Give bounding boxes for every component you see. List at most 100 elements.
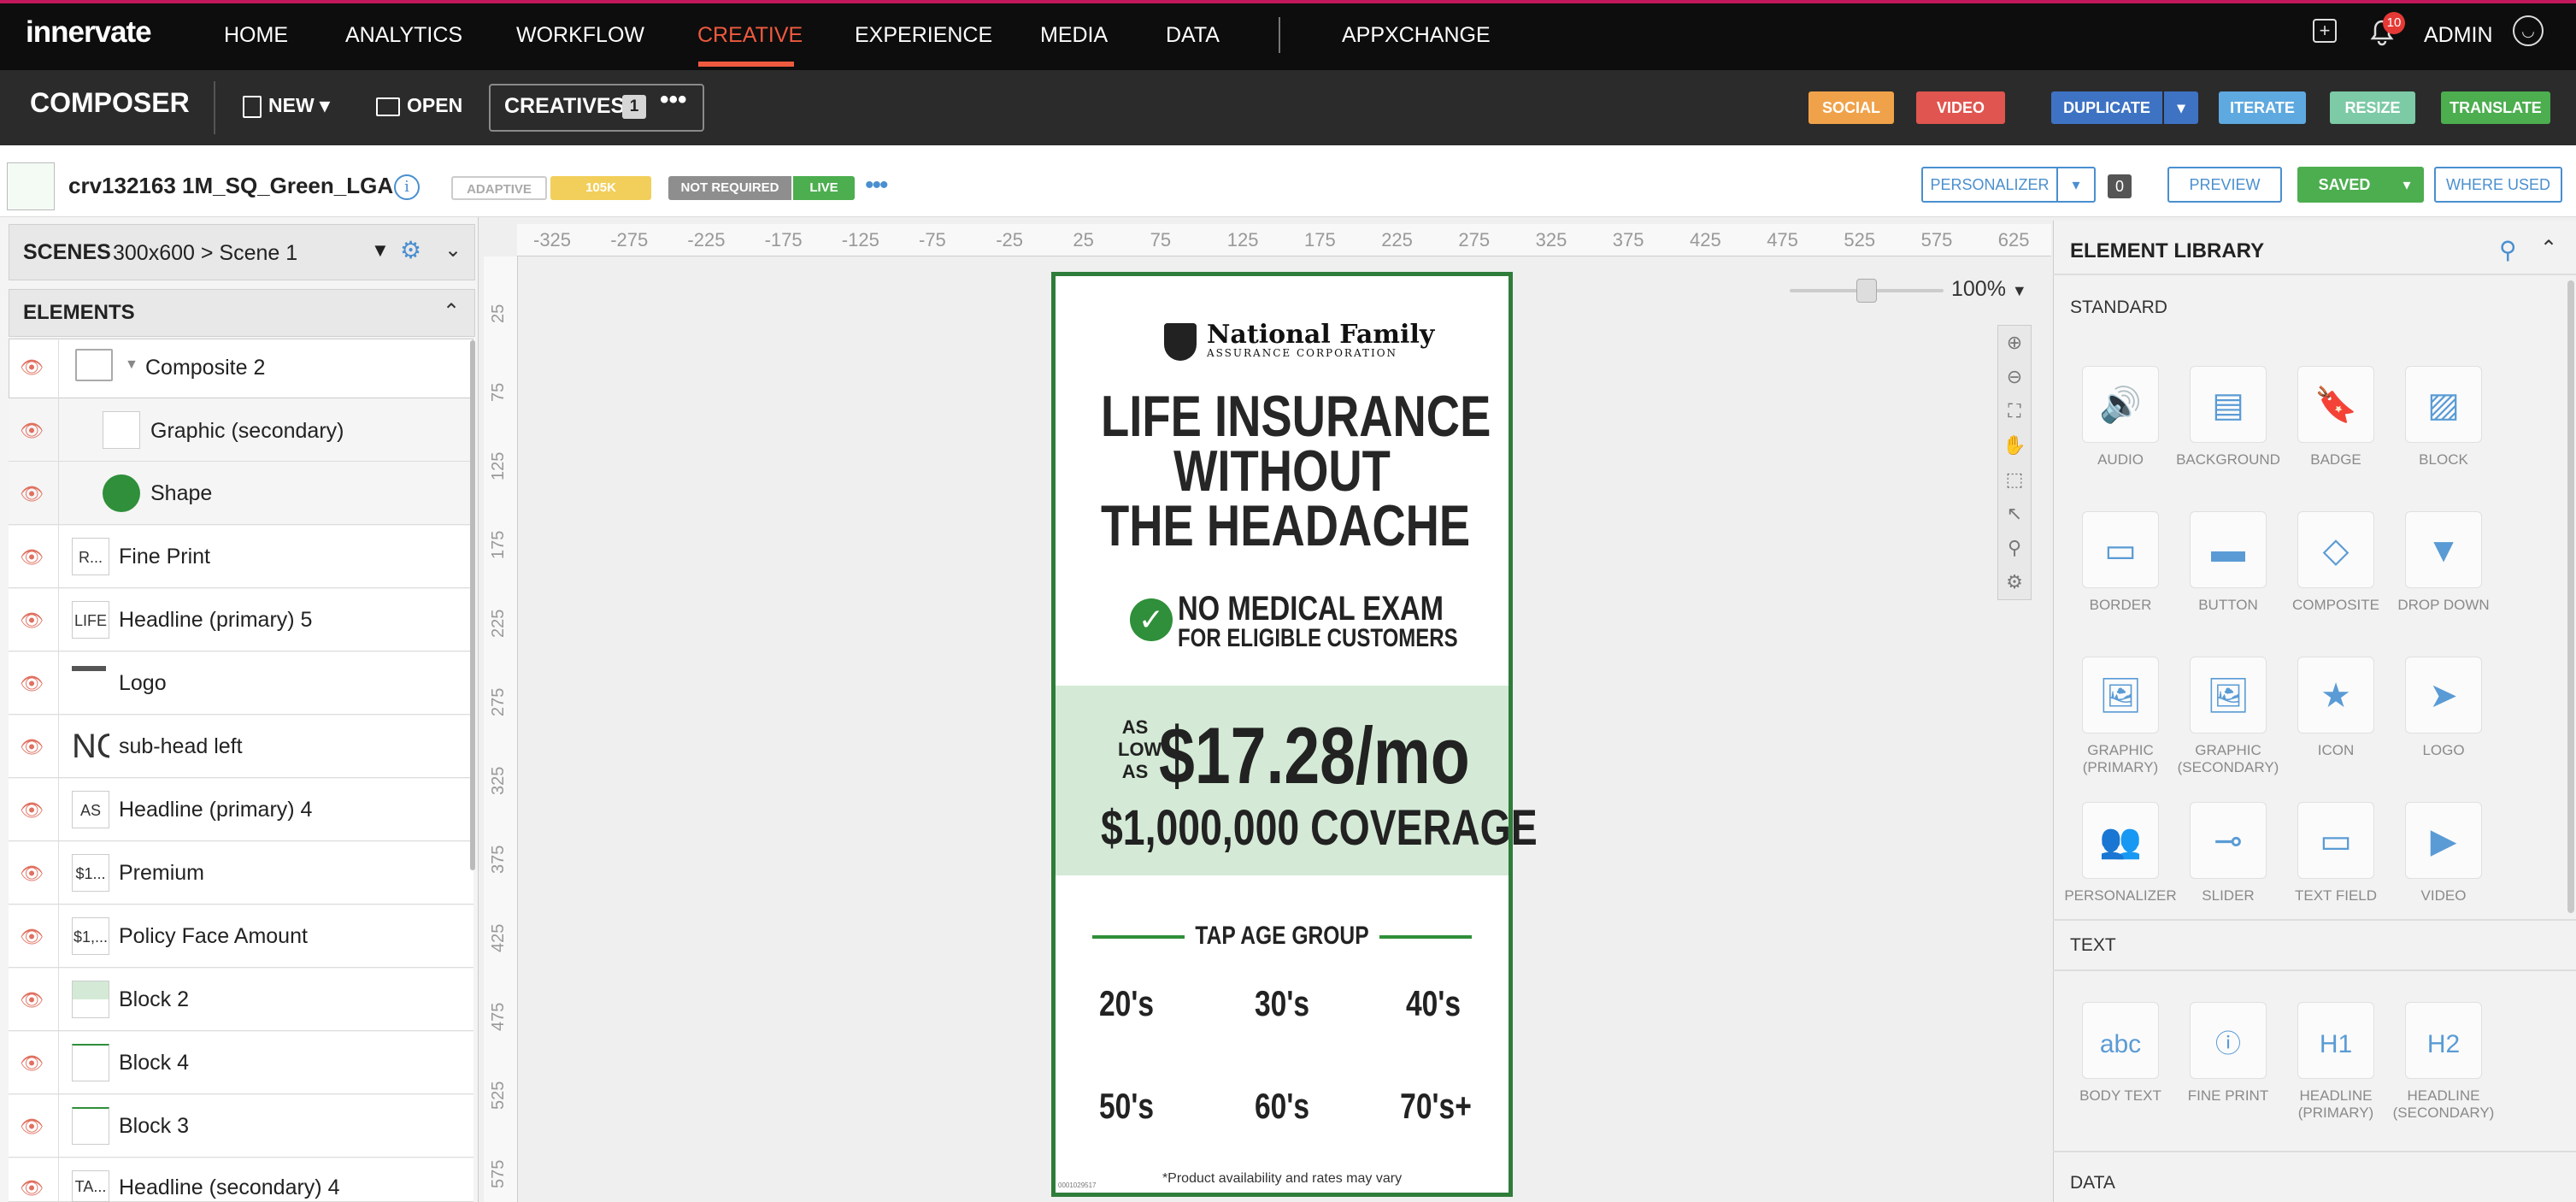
zoom-out-icon[interactable]: ⊖ <box>2001 362 2028 392</box>
collapse-icon[interactable]: ⌃ <box>2540 236 2557 261</box>
more-icon[interactable]: ••• <box>660 85 687 115</box>
eye-icon[interactable]: 👁 <box>17 421 46 440</box>
eye-icon[interactable]: 👁 <box>17 1117 46 1136</box>
nav-creative[interactable]: CREATIVE <box>697 23 803 48</box>
scenes-collapse-icon[interactable]: ⌄ <box>444 238 462 262</box>
elements-collapse-icon[interactable]: ⌃ <box>443 299 460 324</box>
as-low-as-text[interactable]: AS LOW AS <box>1118 716 1162 783</box>
library-tile-body-text[interactable]: abc <box>2082 1002 2159 1079</box>
eye-icon[interactable]: 👁 <box>17 358 46 377</box>
search-icon[interactable]: ⚲ <box>2499 236 2517 264</box>
brand-logo[interactable]: innervate <box>26 15 152 50</box>
eye-icon[interactable]: 👁 <box>17 801 46 820</box>
library-tile-logo[interactable]: ➤ <box>2405 657 2482 734</box>
zoom-dropdown-icon[interactable]: ▼ <box>2012 282 2027 299</box>
link-tool-icon[interactable]: ⚲ <box>2001 533 2028 563</box>
save-dropdown-icon[interactable]: ▾ <box>2390 167 2424 203</box>
eye-icon[interactable]: 👁 <box>17 991 46 1010</box>
library-tile-badge[interactable]: 🔖 <box>2297 366 2374 443</box>
creative-thumbnail[interactable] <box>7 162 55 210</box>
pointer-icon[interactable]: ↖ <box>2001 498 2028 529</box>
ad-premium[interactable]: $17.28/mo <box>1159 710 1470 802</box>
nav-experience[interactable]: EXPERIENCE <box>855 23 992 48</box>
eye-icon[interactable]: 👁 <box>17 928 46 946</box>
info-icon[interactable]: i <box>394 174 420 200</box>
age-button-60s[interactable]: 60's <box>1241 1086 1323 1127</box>
personalizer-button[interactable]: PERSONALIZER <box>1921 167 2058 203</box>
resize-button[interactable]: RESIZE <box>2330 91 2415 124</box>
age-button-50s[interactable]: 50's <box>1085 1086 1167 1127</box>
age-button-20s[interactable]: 20's <box>1085 983 1167 1024</box>
library-tile-personalizer[interactable]: 👥 <box>2082 802 2159 879</box>
zoom-level[interactable]: 100% ▼ <box>1951 277 2027 302</box>
age-button-70s[interactable]: 70's+ <box>1395 1086 1477 1127</box>
add-icon[interactable]: + <box>2313 19 2337 43</box>
elements-scrollbar[interactable] <box>470 340 475 870</box>
settings-gear-icon[interactable]: ⚙ <box>2001 567 2028 598</box>
library-tile-composite[interactable]: ◇ <box>2297 511 2374 588</box>
tap-age-group-label[interactable]: TAP AGE GROUP <box>1097 922 1468 951</box>
nav-appxchange[interactable]: APPXCHANGE <box>1342 23 1491 48</box>
library-tile-slider[interactable]: ⊸ <box>2190 802 2267 879</box>
eye-icon[interactable]: 👁 <box>17 1054 46 1073</box>
ad-subhead-2[interactable]: FOR ELIGIBLE CUSTOMERS <box>1178 624 1458 653</box>
open-button[interactable]: OPEN <box>376 94 462 117</box>
ad-headline-line3[interactable]: THE HEADACHE <box>1101 492 1470 559</box>
scene-action-icon[interactable]: ⚙ <box>400 236 421 264</box>
expand-caret-icon[interactable]: ▼ <box>125 357 138 373</box>
ad-brand-name[interactable]: National Family <box>1207 320 1434 350</box>
age-button-40s[interactable]: 40's <box>1392 983 1474 1024</box>
nav-media[interactable]: MEDIA <box>1040 23 1108 48</box>
eye-icon[interactable]: 👁 <box>17 548 46 567</box>
eye-icon[interactable]: 👁 <box>17 485 46 504</box>
ad-fine-print[interactable]: *Product availability and rates may vary <box>1056 1171 1509 1187</box>
where-used-button[interactable]: WHERE USED <box>2434 167 2562 203</box>
library-tile-background[interactable]: ▤ <box>2190 366 2267 443</box>
library-tile-headline-primary[interactable]: H1 <box>2297 1002 2374 1079</box>
user-menu[interactable]: ADMIN <box>2424 23 2493 48</box>
eye-icon[interactable]: 👁 <box>17 1179 46 1198</box>
fit-screen-icon[interactable]: ⛶ <box>2001 396 2028 427</box>
new-button[interactable]: NEW ▾ <box>243 94 330 118</box>
social-button[interactable]: SOCIAL <box>1808 91 1894 124</box>
library-tile-graphic-primary[interactable]: 🖼 <box>2082 657 2159 734</box>
zoom-slider-handle[interactable] <box>1856 279 1877 303</box>
element-row-shape[interactable] <box>9 463 473 525</box>
zoom-in-icon[interactable]: ⊕ <box>2001 327 2028 358</box>
library-tile-text-field[interactable]: ▭ <box>2297 802 2374 879</box>
library-tile-video[interactable]: ▶ <box>2405 802 2482 879</box>
user-avatar-icon[interactable]: ◡ <box>2513 15 2544 46</box>
library-tile-button[interactable]: ▬ <box>2190 511 2267 588</box>
nav-data[interactable]: DATA <box>1166 23 1220 48</box>
scene-dropdown-icon[interactable]: ▼ <box>371 239 390 262</box>
eye-icon[interactable]: 👁 <box>17 611 46 630</box>
age-button-30s[interactable]: 30's <box>1241 983 1323 1024</box>
library-tile-drop-down[interactable]: ▼ <box>2405 511 2482 588</box>
library-tile-icon[interactable]: ★ <box>2297 657 2374 734</box>
library-tile-fine-print[interactable]: ⓘ <box>2190 1002 2267 1079</box>
preview-button[interactable]: PREVIEW <box>2167 167 2282 203</box>
library-tile-audio[interactable]: 🔊 <box>2082 366 2159 443</box>
ad-coverage[interactable]: $1,000,000 COVERAGE <box>1101 799 1538 857</box>
duplicate-dropdown-icon[interactable]: ▾ <box>2164 91 2198 124</box>
library-tile-block[interactable]: ▨ <box>2405 366 2482 443</box>
nav-workflow[interactable]: WORKFLOW <box>516 23 644 48</box>
saved-button[interactable]: SAVED <box>2297 167 2391 203</box>
ad-subhead[interactable]: NO MEDICAL EXAM <box>1178 590 1444 628</box>
eye-icon[interactable]: 👁 <box>17 738 46 757</box>
iterate-button[interactable]: ITERATE <box>2219 91 2306 124</box>
video-button[interactable]: VIDEO <box>1916 91 2005 124</box>
duplicate-button[interactable]: DUPLICATE <box>2051 91 2162 124</box>
translate-button[interactable]: TRANSLATE <box>2441 91 2550 124</box>
scenes-value[interactable]: 300x600 > Scene 1 <box>113 241 297 266</box>
eye-icon[interactable]: 👁 <box>17 864 46 883</box>
library-scrollbar[interactable] <box>2567 280 2574 913</box>
creative-name[interactable]: crv132163 1M_SQ_Green_LGA <box>68 173 393 199</box>
personalizer-dropdown-icon[interactable]: ▾ <box>2056 167 2096 203</box>
eye-icon[interactable]: 👁 <box>17 675 46 693</box>
pan-hand-icon[interactable]: ✋ <box>2001 430 2028 461</box>
select-area-icon[interactable]: ⬚ <box>2001 464 2028 495</box>
nav-analytics[interactable]: ANALYTICS <box>345 23 462 48</box>
library-tile-graphic-secondary[interactable]: 🖼 <box>2190 657 2267 734</box>
library-tile-headline-secondary[interactable]: H2 <box>2405 1002 2482 1079</box>
